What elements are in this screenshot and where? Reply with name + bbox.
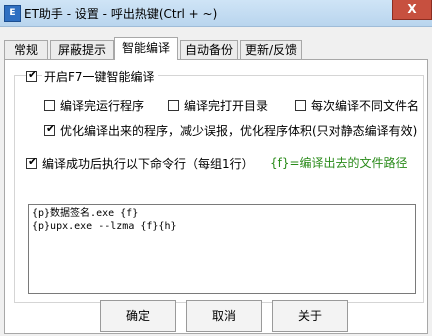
command-lines-textarea[interactable]: {p}数据签名.exe {f} {p}upx.exe --lzma {f}{h}	[28, 204, 416, 294]
enable-smart-compile-label: 开启F7一键智能编译	[42, 68, 158, 85]
tab-general[interactable]: 常规	[4, 40, 48, 59]
enable-smart-compile-checkbox[interactable]: ✔ 开启F7一键智能编译	[26, 68, 158, 85]
app-icon: E	[4, 5, 21, 22]
different-filename-label: 每次编译不同文件名	[311, 99, 420, 113]
different-filename-checkbox[interactable]: 每次编译不同文件名	[295, 97, 419, 114]
tab-smart-compile[interactable]: 智能编译	[114, 37, 178, 60]
check-mark-icon: ✔	[28, 68, 38, 81]
check-mark-icon: ✔	[46, 122, 56, 135]
run-after-compile-label: 编译完运行程序	[60, 99, 145, 113]
checkbox-icon: ✔	[44, 122, 56, 136]
checkbox-icon	[44, 100, 55, 111]
post-compile-commands-checkbox[interactable]: ✔ 编译成功后执行以下命令行（每组1行）	[26, 155, 254, 172]
title-bar: E ET助手 - 设置 - 呼出热键(Ctrl + ~) X	[0, 0, 432, 27]
settings-window: 常规 屏蔽提示 智能编译 自动备份 更新/反馈 ✔ 开启F7一键智能编译 编译完…	[0, 27, 432, 336]
run-after-compile-checkbox[interactable]: 编译完运行程序	[44, 97, 144, 114]
file-path-hint: {f}=编译出去的文件路径	[270, 156, 408, 170]
about-button[interactable]: 关于	[272, 300, 348, 332]
post-compile-commands-label: 编译成功后执行以下命令行（每组1行）	[42, 157, 254, 171]
optimize-output-label: 优化编译出来的程序，减少误报，优化程序体积(只对静态编译有效)	[60, 124, 418, 138]
check-mark-icon: ✔	[28, 155, 38, 168]
command-line: {p}upx.exe --lzma {f}{h}	[32, 221, 177, 232]
tab-update-feedback[interactable]: 更新/反馈	[240, 40, 302, 59]
close-button[interactable]: X	[392, 0, 432, 20]
checkbox-icon: ✔	[26, 155, 38, 169]
command-line: {p}数据签名.exe {f}	[32, 208, 139, 219]
open-dir-after-compile-label: 编译完打开目录	[184, 99, 269, 113]
tab-block-tips[interactable]: 屏蔽提示	[50, 40, 114, 59]
window-title: ET助手 - 设置 - 呼出热键(Ctrl + ~)	[24, 7, 218, 21]
ok-button[interactable]: 确定	[100, 300, 176, 332]
tab-auto-backup[interactable]: 自动备份	[180, 40, 238, 59]
checkbox-icon	[295, 100, 306, 111]
open-dir-after-compile-checkbox[interactable]: 编译完打开目录	[168, 97, 268, 114]
checkbox-icon: ✔	[26, 68, 38, 82]
checkbox-icon	[168, 100, 179, 111]
cancel-button[interactable]: 取消	[186, 300, 262, 332]
optimize-output-checkbox[interactable]: ✔ 优化编译出来的程序，减少误报，优化程序体积(只对静态编译有效)	[44, 122, 417, 139]
